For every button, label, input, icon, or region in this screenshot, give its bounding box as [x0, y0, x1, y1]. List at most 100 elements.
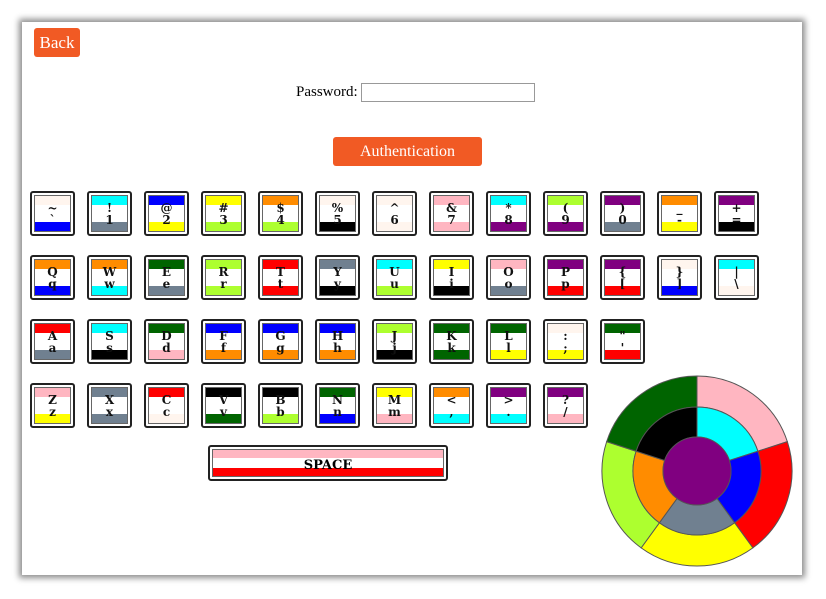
key-lower-char: 7 [447, 213, 456, 227]
key-g[interactable]: Gg [258, 319, 303, 364]
color-wheel[interactable] [600, 374, 794, 568]
key-face: Mm [376, 387, 413, 424]
password-input[interactable] [360, 82, 535, 102]
key-w[interactable]: Ww [87, 255, 132, 300]
key-n[interactable]: Nn [315, 383, 360, 428]
key-face: Jj [376, 323, 413, 360]
wheel-center[interactable] [662, 436, 732, 506]
key--[interactable]: _ - [657, 191, 702, 236]
key-9[interactable]: (9 [543, 191, 588, 236]
key-u[interactable]: Uu [372, 255, 417, 300]
key-lower-char: a [48, 341, 57, 355]
key-face: Gg [262, 323, 299, 360]
key-c[interactable]: Cc [144, 383, 189, 428]
key-z[interactable]: Zz [30, 383, 75, 428]
key-f[interactable]: Ff [201, 319, 246, 364]
key-face: Vv [205, 387, 242, 424]
key-b[interactable]: Bb [258, 383, 303, 428]
key-/[interactable]: ? / [543, 383, 588, 428]
key-lower-char: l [506, 341, 511, 355]
key-.[interactable]: >. [486, 383, 531, 428]
key-r[interactable]: Rr [201, 255, 246, 300]
key-lower-char: ` [49, 213, 56, 227]
key-label: Hh [320, 330, 355, 354]
key-face: (9 [547, 195, 584, 232]
space-key-top-band [213, 450, 443, 458]
key-lower-char: q [48, 277, 57, 291]
key-6[interactable]: ^ 6 [372, 191, 417, 236]
key-e[interactable]: Ee [144, 255, 189, 300]
key-lower-char: s [106, 341, 113, 355]
back-button[interactable]: Back [34, 28, 80, 57]
key-label: Bb [263, 394, 298, 418]
key-j[interactable]: Jj [372, 319, 417, 364]
key-][interactable]: }] [657, 255, 702, 300]
key-lower-char: 2 [162, 213, 171, 227]
key-k[interactable]: Kk [429, 319, 474, 364]
key-label: Ss [92, 330, 127, 354]
key-y[interactable]: Yy [315, 255, 360, 300]
key-label: Xx [92, 394, 127, 418]
key-face: Ww [91, 259, 128, 296]
key-d[interactable]: Dd [144, 319, 189, 364]
key-face: & 7 [433, 195, 470, 232]
key-lower-char: p [561, 277, 570, 291]
key-face: " ' [604, 323, 641, 360]
key-m[interactable]: Mm [372, 383, 417, 428]
key-[[interactable]: {[ [600, 255, 645, 300]
key-x[interactable]: Xx [87, 383, 132, 428]
key-3[interactable]: #3 [201, 191, 246, 236]
key-`[interactable]: ~ ` [30, 191, 75, 236]
key-t[interactable]: Tt [258, 255, 303, 300]
key-label: Rr [206, 266, 241, 290]
key-label: ^ 6 [377, 202, 412, 226]
key-a[interactable]: Aa [30, 319, 75, 364]
key-label: #3 [206, 202, 241, 226]
key-label: Kk [434, 330, 469, 354]
key-;[interactable]: :; [543, 319, 588, 364]
key-p[interactable]: Pp [543, 255, 588, 300]
key-lower-char: i [449, 277, 454, 291]
key-\[interactable]: | \ [714, 255, 759, 300]
key-face: ) 0 [604, 195, 641, 232]
key-=[interactable]: + = [714, 191, 759, 236]
key-lower-char: o [504, 277, 513, 291]
key-label: >. [491, 394, 526, 418]
key-label: :; [548, 330, 583, 354]
key-o[interactable]: Oo [486, 255, 531, 300]
key-,[interactable]: <, [429, 383, 474, 428]
key-l[interactable]: Ll [486, 319, 531, 364]
key-5[interactable]: % 5 [315, 191, 360, 236]
key-label: " ' [605, 330, 640, 354]
key-label: Ee [149, 266, 184, 290]
key-label: Ll [491, 330, 526, 354]
key-q[interactable]: Qq [30, 255, 75, 300]
key-face: Pp [547, 259, 584, 296]
key-i[interactable]: Ii [429, 255, 474, 300]
key-lower-char: r [220, 277, 227, 291]
key-h[interactable]: Hh [315, 319, 360, 364]
key-face: {[ [604, 259, 641, 296]
key-s[interactable]: Ss [87, 319, 132, 364]
key-lower-char: m [388, 405, 401, 419]
key-label: Yy [320, 266, 355, 290]
key-lower-char: ] [676, 277, 683, 291]
key-face: Hh [319, 323, 356, 360]
key-v[interactable]: Vv [201, 383, 246, 428]
key-2[interactable]: @2 [144, 191, 189, 236]
key-7[interactable]: & 7 [429, 191, 474, 236]
key-face: Aa [34, 323, 71, 360]
space-key-label: SPACE [303, 458, 353, 473]
key-0[interactable]: ) 0 [600, 191, 645, 236]
authentication-button[interactable]: Authentication [333, 137, 482, 166]
key-8[interactable]: * 8 [486, 191, 531, 236]
key-face: :; [547, 323, 584, 360]
key-4[interactable]: $4 [258, 191, 303, 236]
key-label: Uu [377, 266, 412, 290]
key-lower-char: 4 [276, 213, 285, 227]
key-1[interactable]: ! 1 [87, 191, 132, 236]
key-face: ? / [547, 387, 584, 424]
key-'[interactable]: " ' [600, 319, 645, 364]
space-key[interactable]: SPACE [208, 445, 448, 481]
key-lower-char: ; [563, 341, 568, 355]
